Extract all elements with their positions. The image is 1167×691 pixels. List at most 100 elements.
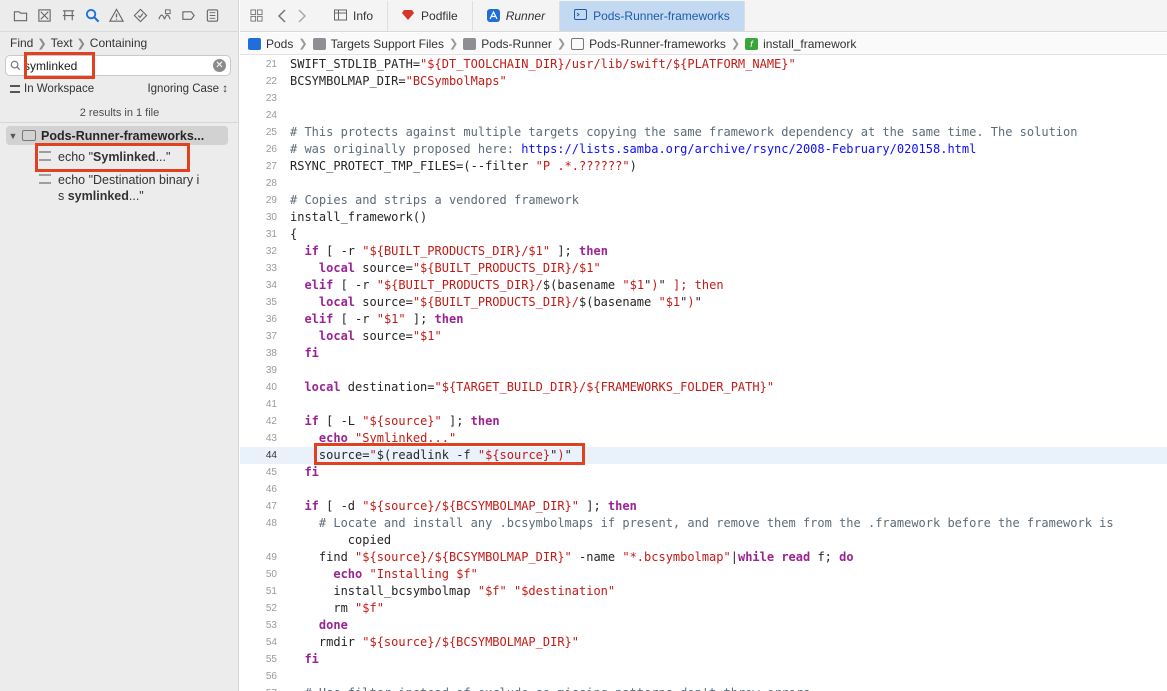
code-line[interactable]: 32 if [ -r "${BUILT_PRODUCTS_DIR}/$1" ];… bbox=[240, 243, 1167, 260]
line-text: # Locate and install any .bcsymbolmaps i… bbox=[318, 516, 1114, 530]
crumb-pods-runner-frameworks[interactable]: Pods-Runner-frameworks bbox=[571, 37, 726, 51]
code-line[interactable]: 35 local source="${BUILT_PRODUCTS_DIR}/$… bbox=[240, 294, 1167, 311]
code-line[interactable]: 53 done bbox=[240, 617, 1167, 634]
line-text: # was originally proposed here: https://… bbox=[290, 142, 977, 156]
result-text: echo " bbox=[58, 150, 94, 164]
tab-podfile[interactable]: Podfile bbox=[388, 0, 473, 31]
back-arrow-icon[interactable] bbox=[272, 6, 292, 26]
search-field[interactable]: ✕ bbox=[5, 55, 231, 76]
code-line[interactable]: 31 { bbox=[240, 226, 1167, 243]
code-line[interactable]: 25 # This protects against multiple targe… bbox=[240, 124, 1167, 141]
code-line[interactable]: 29 # Copies and strips a vendored framewo… bbox=[240, 192, 1167, 209]
test-icon[interactable] bbox=[128, 4, 152, 28]
code-line[interactable]: 41 bbox=[240, 396, 1167, 413]
code-line[interactable]: 23 bbox=[240, 90, 1167, 107]
line-number: 27 bbox=[265, 161, 277, 172]
crumb-install-framework[interactable]: f install_framework bbox=[745, 37, 856, 51]
line-text: fi bbox=[304, 465, 319, 479]
tab-info[interactable]: Info bbox=[320, 0, 389, 31]
code-line[interactable]: 26 # was originally proposed here: https:… bbox=[240, 141, 1167, 158]
code-line[interactable]: 51 install_bcsymbolmap "$f" "$destinatio… bbox=[240, 583, 1167, 600]
code-line[interactable]: 40 local destination="${TARGET_BUILD_DIR… bbox=[240, 379, 1167, 396]
result-text: s bbox=[58, 189, 68, 203]
crumb-pods[interactable]: Pods bbox=[248, 37, 293, 51]
line-text: echo "Installing $f" bbox=[333, 567, 478, 581]
code-line[interactable]: 45 fi bbox=[240, 464, 1167, 481]
code-line[interactable]: 37 local source="$1" bbox=[240, 328, 1167, 345]
code-line-current[interactable]: 44 source="$(readlink -f "${source}")" bbox=[240, 447, 1167, 464]
line-number: 37 bbox=[265, 331, 277, 342]
line-number: 26 bbox=[265, 144, 277, 155]
crumb-label: Targets Support Files bbox=[330, 36, 444, 51]
find-mode-label[interactable]: Find bbox=[10, 36, 33, 50]
code-line[interactable]: 42 if [ -L "${source}" ]; then bbox=[240, 413, 1167, 430]
debug-icon[interactable] bbox=[152, 4, 176, 28]
line-text: install_bcsymbolmap "$f" "$destination" bbox=[290, 584, 616, 598]
line-text: if [ -L "${source}" ]; then bbox=[304, 414, 500, 428]
code-line[interactable]: 21 SWIFT_STDLIB_PATH="${DT_TOOLCHAIN_DIR}… bbox=[240, 56, 1167, 73]
code-line[interactable]: 57 # Use filter instead of exclude so mi… bbox=[240, 685, 1167, 691]
folder-icon[interactable] bbox=[8, 4, 32, 28]
code-line[interactable]: copied bbox=[240, 532, 1167, 549]
symbol-icon[interactable] bbox=[56, 4, 80, 28]
code-line[interactable]: 27 RSYNC_PROTECT_TMP_FILES=(--filter "P .… bbox=[240, 158, 1167, 175]
tab-label: Podfile bbox=[421, 8, 458, 23]
report-icon[interactable] bbox=[200, 4, 224, 28]
code-line[interactable]: 50 echo "Installing $f" bbox=[240, 566, 1167, 583]
table-icon bbox=[334, 9, 347, 22]
code-line[interactable]: 33 local source="${BUILT_PRODUCTS_DIR}/$… bbox=[240, 260, 1167, 277]
code-line[interactable]: 34 elif [ -r "${BUILT_PRODUCTS_DIR}/$(ba… bbox=[240, 277, 1167, 294]
result-match-row[interactable]: echo "Symlinked..." bbox=[39, 149, 170, 165]
find-match-label[interactable]: Containing bbox=[90, 36, 147, 50]
issue-icon[interactable] bbox=[104, 4, 128, 28]
code-line[interactable]: 47 if [ -d "${source}/${BCSYMBOLMAP_DIR}… bbox=[240, 498, 1167, 515]
code-line[interactable]: 39 bbox=[240, 362, 1167, 379]
breakpoint-icon[interactable] bbox=[176, 4, 200, 28]
code-line[interactable]: 49 find "${source}/${BCSYMBOLMAP_DIR}" -… bbox=[240, 549, 1167, 566]
code-line[interactable]: 43 echo "Symlinked..." bbox=[240, 430, 1167, 447]
code-line[interactable]: 24 bbox=[240, 107, 1167, 124]
line-number: 47 bbox=[265, 501, 277, 512]
code-line[interactable]: 36 elif [ -r "$1" ]; then bbox=[240, 311, 1167, 328]
search-input[interactable] bbox=[24, 58, 204, 73]
case-sensitivity-selector[interactable]: Ignoring Case ↕ bbox=[147, 83, 228, 95]
tab-runner[interactable]: Runner bbox=[473, 0, 561, 31]
find-type-label[interactable]: Text bbox=[51, 36, 73, 50]
chevron-right-icon: ❯ bbox=[556, 38, 567, 50]
code-line[interactable]: 46 bbox=[240, 481, 1167, 498]
code-line[interactable]: 54 rmdir "${source}/${BCSYMBOLMAP_DIR}" bbox=[240, 634, 1167, 651]
forward-arrow-icon[interactable] bbox=[292, 6, 312, 26]
code-line[interactable]: 52 rm "$f" bbox=[240, 600, 1167, 617]
result-file-row[interactable]: ▼ Pods-Runner-frameworks... bbox=[6, 126, 228, 145]
source-control-icon[interactable] bbox=[32, 4, 56, 28]
tab-label: Info bbox=[353, 8, 374, 23]
code-line[interactable]: 22 BCSYMBOLMAP_DIR="BCSymbolMaps" bbox=[240, 73, 1167, 90]
code-line[interactable]: 56 bbox=[240, 668, 1167, 685]
crumb-targets-support-files[interactable]: Targets Support Files bbox=[312, 36, 444, 51]
line-number: 52 bbox=[265, 603, 277, 614]
result-match-row[interactable]: echo "Destination binary i s symlinked...… bbox=[39, 172, 199, 204]
find-icon[interactable] bbox=[80, 4, 104, 28]
code-line[interactable]: 28 bbox=[240, 175, 1167, 192]
grid-icon[interactable] bbox=[246, 6, 266, 26]
chevron-right-icon: ❯ bbox=[76, 37, 86, 50]
code-line[interactable]: 38 fi bbox=[240, 345, 1167, 362]
folder-icon bbox=[463, 37, 477, 50]
clear-search-icon[interactable]: ✕ bbox=[213, 59, 226, 72]
disclosure-triangle-icon[interactable]: ▼ bbox=[6, 131, 20, 141]
crumb-pods-runner[interactable]: Pods-Runner bbox=[463, 37, 552, 51]
tab-label: Pods-Runner-frameworks bbox=[593, 8, 730, 23]
line-text: if [ -r "${BUILT_PRODUCTS_DIR}/$1" ]; th… bbox=[304, 244, 608, 258]
scope-selector[interactable]: In Workspace bbox=[10, 83, 94, 95]
find-mode-path[interactable]: Find ❯ Text ❯ Containing bbox=[10, 36, 147, 50]
source-editor[interactable]: 21 SWIFT_STDLIB_PATH="${DT_TOOLCHAIN_DIR}… bbox=[240, 56, 1167, 691]
code-line[interactable]: 48 # Locate and install any .bcsymbolmap… bbox=[240, 515, 1167, 532]
line-number: 46 bbox=[265, 484, 277, 495]
code-line[interactable]: 30 install_framework() bbox=[240, 209, 1167, 226]
tab-pods-runner-frameworks[interactable]: Pods-Runner-frameworks bbox=[560, 0, 745, 31]
code-line[interactable]: 55 fi bbox=[240, 651, 1167, 668]
line-text: echo "Symlinked..." bbox=[318, 431, 457, 445]
line-number: 33 bbox=[265, 263, 277, 274]
line-number: 55 bbox=[265, 654, 277, 665]
line-number: 22 bbox=[265, 76, 277, 87]
